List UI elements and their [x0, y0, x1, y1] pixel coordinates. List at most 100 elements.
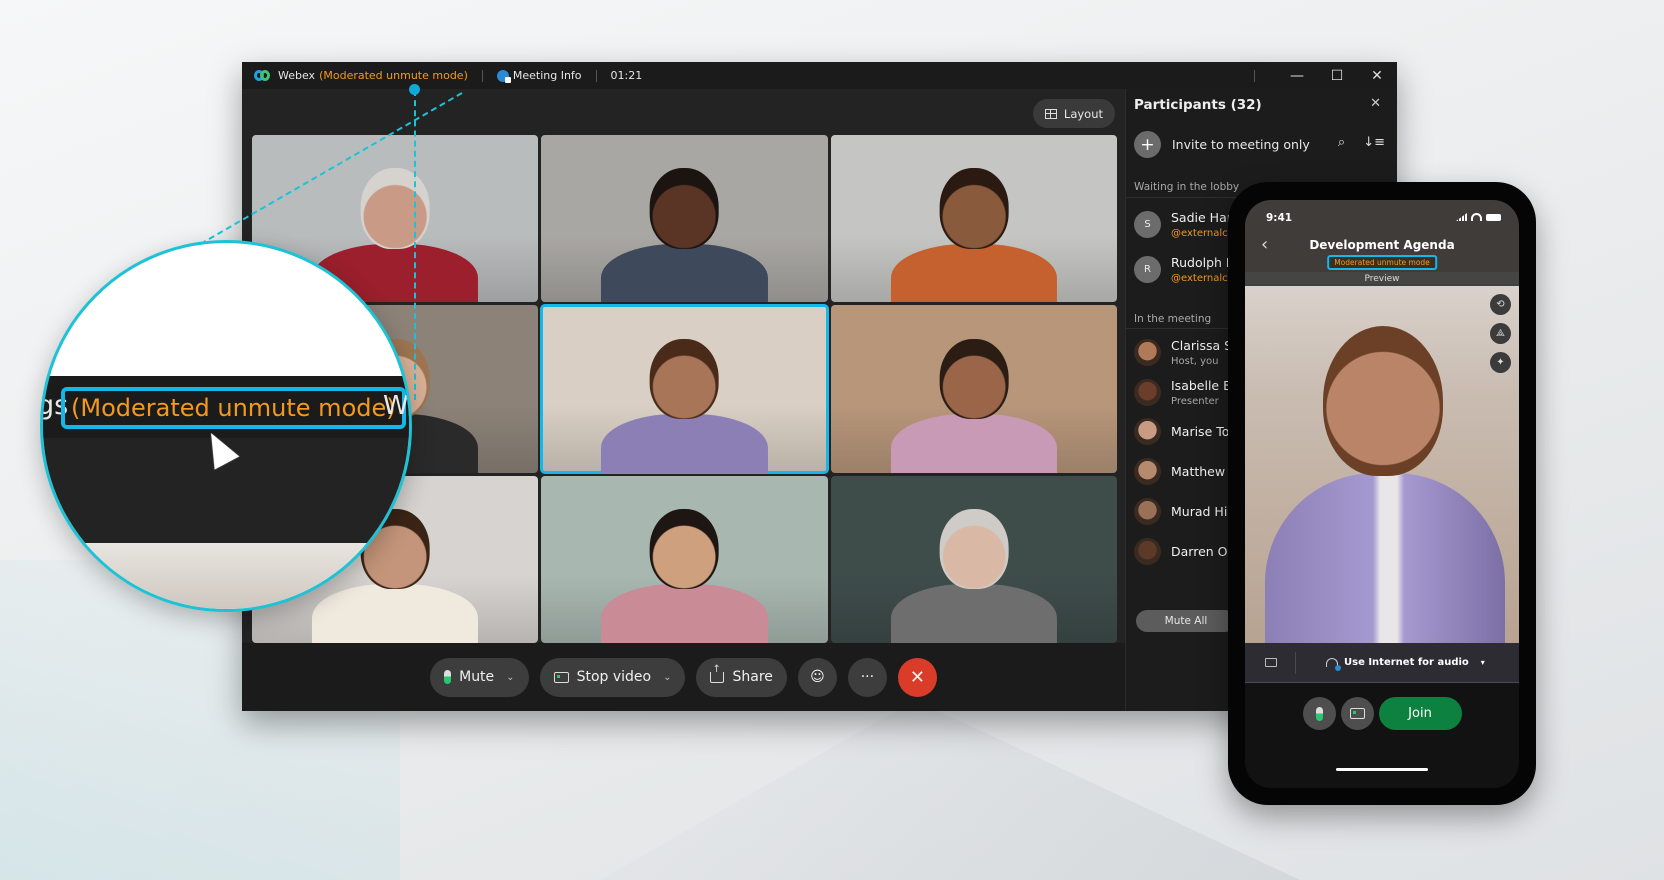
audio-option-dropdown[interactable]: Use Internet for audio ▾ — [1326, 657, 1485, 671]
preview-label: Preview — [1245, 272, 1519, 286]
participant-figure — [601, 584, 768, 643]
magnified-mode-highlight: (Moderated unmute mode) — [61, 387, 406, 429]
lobby-participant[interactable]: S Sadie Harr @externalcor — [1134, 210, 1238, 239]
signal-icon — [1456, 213, 1467, 221]
video-tile-6[interactable] — [830, 305, 1117, 473]
ellipsis-icon: ··· — [860, 669, 875, 685]
self-preview-video: ⟲ ⟁ ✦ — [1245, 286, 1519, 643]
mute-label: Mute — [459, 669, 495, 685]
camera-icon — [1349, 708, 1365, 719]
chevron-down-icon[interactable]: ⌄ — [506, 672, 514, 683]
app-name: Webex — [278, 69, 316, 82]
participant-info: Isabelle Br Presenter — [1171, 378, 1237, 407]
participant-figure — [650, 509, 719, 590]
magnified-video — [43, 543, 409, 609]
participant-figure — [360, 168, 430, 249]
join-button[interactable]: Join — [1378, 697, 1462, 730]
avatar — [1134, 458, 1161, 485]
meeting-participant[interactable]: Marise Tor — [1134, 418, 1235, 445]
video-tile-5[interactable] — [540, 304, 829, 474]
video-tile-3[interactable] — [830, 135, 1117, 303]
participant-name: Isabelle Br — [1171, 378, 1237, 393]
magnified-text-after: W — [383, 391, 409, 421]
camera-icon — [553, 671, 569, 683]
video-tile-8[interactable] — [541, 475, 828, 643]
participant-info: Murad Hig — [1171, 504, 1235, 519]
internet-audio-icon — [1326, 658, 1341, 671]
maximize-button[interactable]: ☐ — [1317, 68, 1357, 84]
lobby-participant[interactable]: R Rudolph Ib @externalcor — [1134, 255, 1238, 284]
close-icon: ✕ — [909, 666, 925, 688]
avatar — [1134, 379, 1161, 406]
status-time: 9:41 — [1266, 212, 1293, 224]
stop-video-button[interactable]: Stop video ⌄ — [539, 657, 686, 697]
smiley-icon: ☺ — [810, 669, 825, 685]
participant-figure — [650, 338, 719, 420]
effects-wand-icon[interactable]: ✦ — [1490, 352, 1511, 373]
more-options-button[interactable]: ··· — [847, 657, 887, 697]
meeting-participant[interactable]: Isabelle Br Presenter — [1134, 378, 1237, 407]
share-icon — [710, 664, 725, 683]
avatar — [1134, 339, 1161, 366]
meeting-title: Development Agenda — [1309, 238, 1455, 252]
video-tile-2[interactable] — [541, 135, 828, 303]
participant-role: Presenter — [1171, 396, 1219, 407]
background-facet — [600, 700, 1300, 880]
preview-person — [1265, 473, 1505, 643]
phone-mic-button[interactable] — [1302, 697, 1336, 730]
invite-label: Invite to meeting only — [1172, 137, 1310, 152]
mute-button[interactable]: Mute ⌄ — [430, 657, 529, 697]
audio-option-label: Use Internet for audio — [1344, 657, 1469, 668]
meeting-participant[interactable]: Darren Ow — [1134, 538, 1238, 565]
microphone-icon — [444, 670, 452, 684]
leave-meeting-button[interactable]: ✕ — [897, 657, 937, 697]
reactions-button[interactable]: ☺ — [797, 657, 837, 697]
layout-label: Layout — [1063, 106, 1103, 121]
sort-icon[interactable]: ↓≡ — [1363, 135, 1385, 150]
plus-icon: + — [1134, 131, 1161, 158]
close-panel-button[interactable]: ✕ — [1370, 96, 1381, 111]
participant-info: Marise Tor — [1171, 424, 1235, 439]
meeting-info-icon[interactable] — [496, 69, 511, 83]
avatar — [1134, 418, 1161, 445]
phone-screen: ⟲ ⟁ ✦ 9:41 ‹ Development Agenda Moderate… — [1245, 200, 1519, 788]
background-effects-icon[interactable]: ⟁ — [1490, 323, 1511, 344]
mute-all-button[interactable]: Mute All — [1136, 610, 1236, 632]
close-window-button[interactable]: ✕ — [1357, 68, 1397, 84]
wifi-icon — [1471, 213, 1482, 221]
meeting-participant[interactable]: Matthew B — [1134, 458, 1238, 485]
divider — [1295, 651, 1296, 674]
search-icon[interactable]: ⌕ — [1338, 135, 1345, 150]
window-controls: — ☐ ✕ — [1254, 62, 1397, 89]
participant-figure — [939, 338, 1009, 420]
cast-icon[interactable] — [1265, 658, 1277, 667]
invite-button[interactable]: + Invite to meeting only — [1134, 131, 1310, 158]
connector-line — [414, 90, 416, 400]
participant-figure — [890, 584, 1057, 643]
magnified-mode-label: (Moderated unmute mode) — [71, 394, 396, 422]
avatar: S — [1134, 211, 1161, 238]
meeting-info-button[interactable]: Meeting Info — [513, 69, 582, 82]
divider — [1254, 69, 1255, 82]
layout-button[interactable]: Layout — [1032, 99, 1115, 128]
meeting-section-label: In the meeting — [1134, 313, 1212, 325]
battery-icon — [1486, 213, 1501, 221]
moderated-mode-label[interactable]: (Moderated unmute mode) — [319, 69, 468, 82]
meeting-participant[interactable]: Murad Hig — [1134, 498, 1235, 525]
participant-figure — [890, 243, 1057, 303]
participant-name: Marise Tor — [1171, 424, 1235, 439]
participant-figure — [939, 509, 1009, 590]
minimize-button[interactable]: — — [1277, 68, 1317, 84]
panel-actions: ⌕ ↓≡ — [1338, 135, 1385, 150]
caret-down-icon: ▾ — [1480, 658, 1485, 667]
chevron-down-icon[interactable]: ⌄ — [663, 672, 671, 683]
webex-logo-icon — [254, 70, 270, 81]
magnifier-callout: gs (Moderated unmute mode) W — [40, 240, 412, 612]
switch-camera-icon[interactable]: ⟲ — [1490, 294, 1511, 315]
phone-camera-button[interactable] — [1340, 697, 1374, 730]
share-button[interactable]: Share — [696, 657, 787, 697]
avatar: R — [1134, 256, 1161, 283]
video-tile-9[interactable] — [830, 475, 1117, 643]
participant-name: Murad Hig — [1171, 504, 1236, 519]
meeting-timer: 01:21 — [610, 69, 643, 82]
